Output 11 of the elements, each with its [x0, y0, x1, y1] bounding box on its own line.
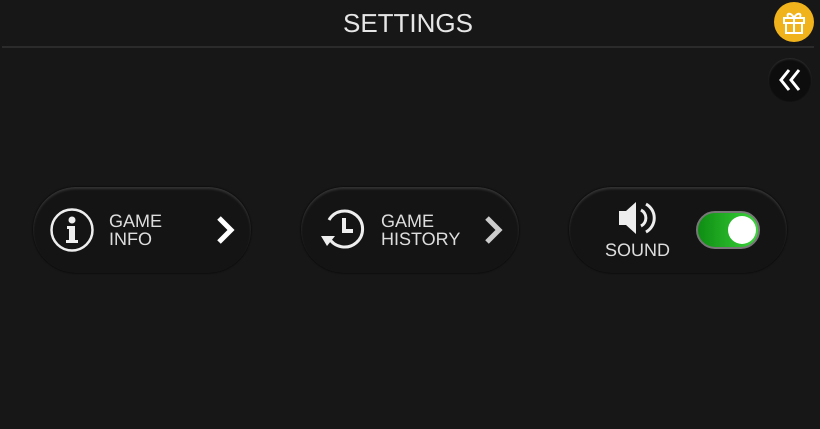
chevron-icon — [215, 215, 235, 245]
chevron-icon — [483, 215, 503, 245]
screen-title: SETTINGS — [342, 8, 473, 38]
sound-label: SOUND — [605, 240, 670, 261]
sound-toggle[interactable] — [696, 211, 760, 249]
gift-button[interactable] — [774, 2, 814, 42]
menu-button[interactable]: GAME HISTORY — [301, 187, 519, 273]
info-icon — [49, 207, 95, 253]
double-chevron-icon — [777, 67, 803, 93]
menu-button[interactable]: GAME INFO — [33, 187, 251, 273]
speaker-icon — [616, 199, 658, 237]
